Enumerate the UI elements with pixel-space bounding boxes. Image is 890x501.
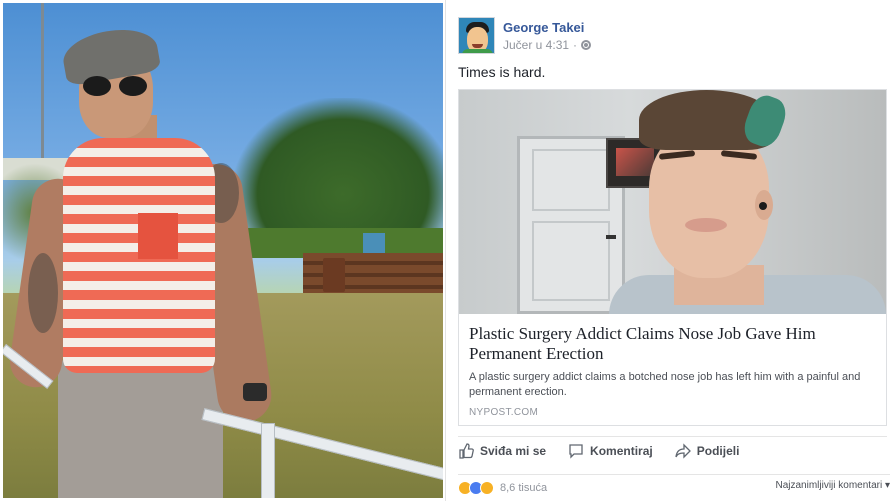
post-meta: Jučer u 4:31 · <box>503 38 592 52</box>
wristwatch <box>243 383 267 401</box>
facebook-post: George Takei Jučer u 4:31 · Times is har… <box>447 0 890 501</box>
comment-label: Komentiraj <box>590 443 653 458</box>
lamp-pole <box>41 3 44 163</box>
comment-button[interactable]: Komentiraj <box>568 443 653 459</box>
divider <box>445 0 446 501</box>
comments-sort-dropdown[interactable]: Najzanimljiviji komentari ▾ <box>775 480 890 491</box>
comment-icon <box>569 443 583 459</box>
link-title[interactable]: Plastic Surgery Addict Claims Nose Job G… <box>469 324 876 364</box>
globe-icon[interactable] <box>581 40 592 50</box>
link-preview-image[interactable] <box>459 90 886 314</box>
post-timestamp[interactable]: Jučer u 4:31 <box>503 38 569 52</box>
like-button[interactable]: Sviđa mi se <box>458 442 547 459</box>
like-label: Sviđa mi se <box>480 443 547 458</box>
wow-icon[interactable] <box>480 480 494 495</box>
chevron-down-icon: ▾ <box>884 480 890 491</box>
trash-bin <box>323 258 345 292</box>
tank-pocket <box>138 213 178 259</box>
reactions-row: 8,6 tisuća Najzanimljiviji komentari ▾ <box>458 474 890 496</box>
link-domain: NYPOST.COM <box>469 407 539 418</box>
post-text: Times is hard. <box>458 64 546 80</box>
share-icon <box>675 442 691 459</box>
comments-sort-label: Najzanimljiviji komentari <box>775 480 883 491</box>
meta-separator: · <box>573 38 578 52</box>
share-button[interactable]: Podijeli <box>675 442 740 459</box>
sunglasses <box>83 76 149 96</box>
left-photo <box>3 3 443 498</box>
blue-bin <box>363 233 385 253</box>
face <box>649 128 769 278</box>
post-author[interactable]: George Takei <box>503 20 584 35</box>
person-pants <box>58 353 223 498</box>
reaction-count[interactable]: 8,6 tisuća <box>500 482 547 494</box>
avatar[interactable] <box>458 17 495 54</box>
link-description: A plastic surgery addict claims a botche… <box>469 371 861 398</box>
link-preview-card[interactable]: Plastic Surgery Addict Claims Nose Job G… <box>458 89 887 426</box>
railing-post <box>261 423 275 498</box>
thumbs-up-icon <box>459 442 474 459</box>
tattoo <box>28 253 58 333</box>
share-label: Podijeli <box>696 443 740 458</box>
link-preview-body[interactable]: Plastic Surgery Addict Claims Nose Job G… <box>459 314 886 425</box>
post-actions: Sviđa mi se Komentiraj Podijeli <box>458 436 887 464</box>
